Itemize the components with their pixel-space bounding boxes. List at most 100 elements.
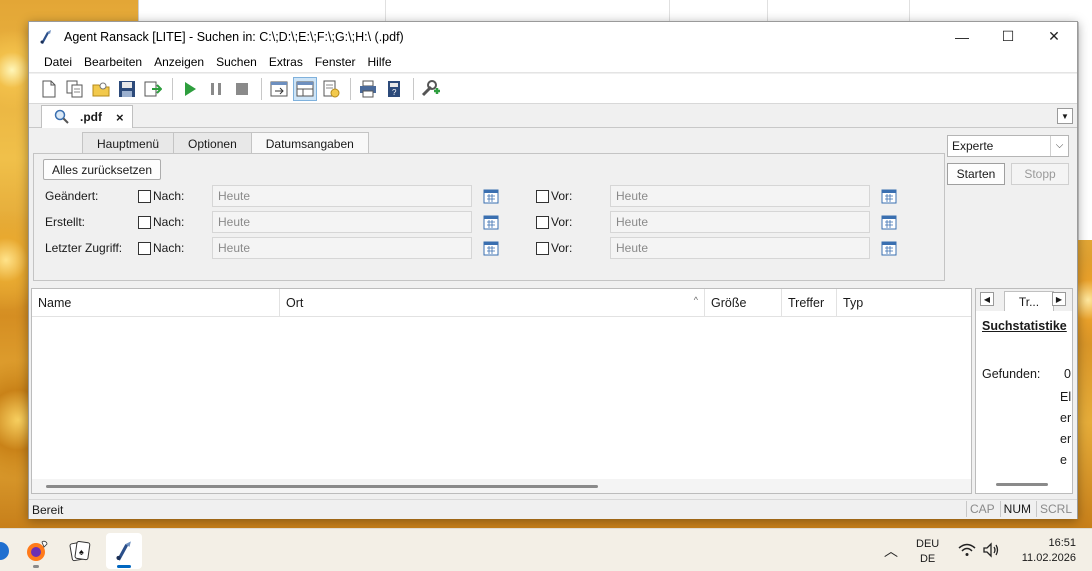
scrollbar-thumb[interactable] [46,485,598,488]
layout-button[interactable] [293,76,317,101]
column-size[interactable]: Größe [705,289,782,317]
svg-text:♠: ♠ [79,547,84,557]
menu-extras[interactable]: Extras [263,55,309,69]
tab-list-dropdown[interactable]: ▼ [1057,108,1073,124]
column-hits[interactable]: Treffer [782,289,837,317]
row-label: Erstellt: [45,215,86,229]
doc-tab-label: .pdf [80,110,102,124]
close-button[interactable]: ✕ [1031,22,1077,51]
after-checkbox[interactable] [138,216,151,229]
wrapped-line: er [1060,432,1072,446]
solitaire-icon: ♠ [69,541,91,562]
before-checkbox[interactable] [536,216,549,229]
before-date-field[interactable]: Heute [610,185,870,207]
stats-scrollbar[interactable] [996,483,1048,486]
stop-button[interactable]: Stopp [1011,163,1069,185]
menu-datei[interactable]: Datei [38,55,78,69]
results-list[interactable]: Name Ort ^ Größe Treffer Typ [31,288,972,494]
statistics-pane: ◀ Tr... ▶ Suchstatistike Gefunden: 0 El … [975,288,1073,494]
firefox-icon [27,540,48,561]
export-button[interactable] [141,77,165,101]
column-location[interactable]: Ort ^ [280,289,705,317]
search-options-tabs: Hauptmenü Optionen Datumsangaben [82,132,369,155]
help-book-button[interactable]: ? [382,77,406,101]
calendar-icon[interactable] [881,188,897,204]
open-button[interactable] [89,77,113,101]
search-doc-tab[interactable]: .pdf × [41,105,133,128]
view-button[interactable] [267,77,291,101]
volume-icon[interactable] [982,542,1000,558]
save-button[interactable] [115,77,139,101]
taskbar-app-partial[interactable] [0,533,18,569]
calendar-icon[interactable] [881,214,897,230]
clock-time: 16:51 [1048,537,1076,549]
row-label: Geändert: [45,189,99,203]
calendar-icon[interactable] [483,214,499,230]
close-tab-icon[interactable]: × [116,110,124,125]
column-label: Name [38,296,72,310]
scroll-right-button[interactable]: ▶ [1052,292,1066,306]
start-button[interactable]: Starten [947,163,1005,185]
reset-all-button[interactable]: Alles zurücksetzen [43,159,161,180]
toolbar: ? [29,74,1077,104]
calendar-icon[interactable] [483,188,499,204]
after-date-field[interactable]: Heute [212,237,472,259]
menu-suchen[interactable]: Suchen [210,55,263,69]
stats-tab[interactable]: Tr... [1004,291,1054,311]
after-checkbox[interactable] [138,242,151,255]
before-date-field[interactable]: Heute [610,211,870,233]
show-hidden-icons-chevron-icon[interactable]: ︿ [884,541,898,561]
print-icon [360,80,376,97]
start-search-button[interactable] [178,77,202,101]
menu-fenster[interactable]: Fenster [309,55,362,69]
magnifier-icon [54,109,69,124]
before-label: Vor: [551,215,573,229]
taskbar-firefox[interactable] [18,533,54,569]
scroll-left-button[interactable]: ◀ [980,292,994,306]
before-checkbox[interactable] [536,190,549,203]
new-search-button[interactable] [37,77,61,101]
stats-tab-nav: ◀ Tr... ▶ [976,289,1072,311]
toolbar-separator [172,77,173,100]
menu-bar: Datei Bearbeiten Anzeigen Suchen Extras … [29,51,1077,73]
tools-button[interactable] [419,77,443,101]
horizontal-scrollbar[interactable] [32,479,971,493]
calendar-icon[interactable] [881,240,897,256]
copy-button[interactable] [63,77,87,101]
caps-lock-indicator: CAP [965,501,998,517]
after-date-field[interactable]: Heute [212,211,472,233]
menu-hilfe[interactable]: Hilfe [362,55,398,69]
pause-button[interactable] [204,77,228,101]
taskbar-agent-ransack[interactable] [106,533,142,569]
column-type[interactable]: Typ [837,289,971,317]
results-header: Name Ort ^ Größe Treffer Typ [32,289,971,317]
menu-bearbeiten[interactable]: Bearbeiten [78,55,148,69]
report-button[interactable] [319,77,343,101]
calendar-icon[interactable] [483,240,499,256]
input-language-indicator[interactable]: DEU DE [916,537,939,567]
menu-anzeigen[interactable]: Anzeigen [148,55,210,69]
view-icon [270,81,288,96]
tab-optionen[interactable]: Optionen [173,132,252,154]
system-clock[interactable]: 16:51 11.02.2026 [1012,536,1076,566]
mode-select[interactable]: Experte ⌵ [947,135,1069,157]
stats-wrapped-text: El er er e [1060,387,1072,471]
before-checkbox[interactable] [536,242,549,255]
minimize-button[interactable]: — [939,22,985,51]
title-bar[interactable]: Agent Ransack [LITE] - Suchen in: C:\;D:… [29,22,1077,51]
toolbar-separator [350,77,351,100]
report-icon [323,80,340,97]
tab-hauptmenue[interactable]: Hauptmenü [82,132,175,154]
stop-search-button[interactable] [230,77,254,101]
maximize-button[interactable]: ☐ [985,22,1031,51]
chevron-down-icon: ⌵ [1050,136,1068,156]
before-date-field[interactable]: Heute [610,237,870,259]
wrapped-line: El [1060,390,1072,404]
taskbar-solitaire[interactable]: ♠ [62,533,98,569]
after-date-field[interactable]: Heute [212,185,472,207]
tab-datumsangaben[interactable]: Datumsangaben [250,132,369,155]
column-name[interactable]: Name [32,289,280,317]
after-checkbox[interactable] [138,190,151,203]
wifi-icon[interactable] [958,542,976,558]
print-button[interactable] [356,77,380,101]
